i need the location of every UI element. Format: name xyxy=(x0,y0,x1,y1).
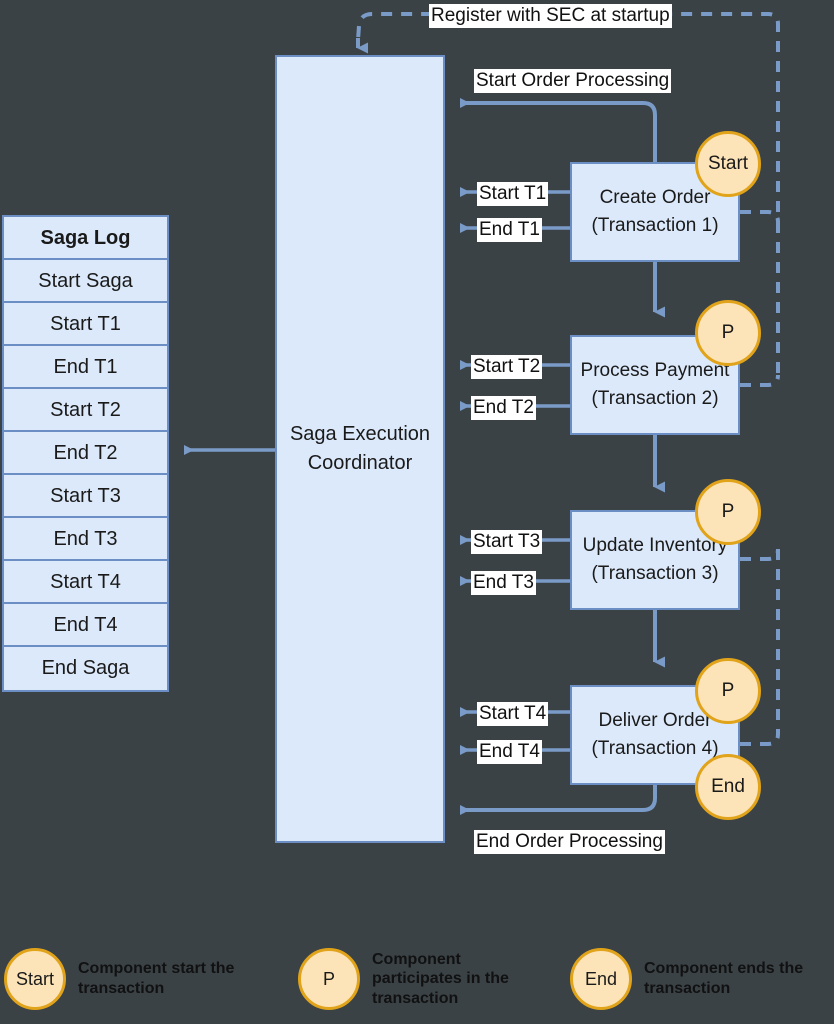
badge-end-transaction-4: End xyxy=(695,754,761,820)
legend: Start Component start the transaction P … xyxy=(0,940,834,1024)
badge-participant-transaction-3: P xyxy=(695,479,761,545)
edge-label-end-order-processing: End Order Processing xyxy=(474,830,665,854)
badge-participant-transaction-4: P xyxy=(695,658,761,724)
saga-log-row: End T2 xyxy=(4,432,167,475)
edge-label-start-t1: Start T1 xyxy=(477,182,549,206)
transaction-subtitle: (Transaction 1) xyxy=(591,215,719,236)
transaction-name: Create Order xyxy=(599,186,711,208)
edge-label-end-t1: End T1 xyxy=(477,218,542,242)
edge-label-end-t3: End T3 xyxy=(471,571,536,595)
edge-label-start-t3: Start T3 xyxy=(471,530,543,554)
saga-log-row: Start T1 xyxy=(4,303,167,346)
saga-log-row: Start T2 xyxy=(4,389,167,432)
legend-label-participant: Component participates in the transactio… xyxy=(372,950,509,1009)
legend-badge-participant-icon: P xyxy=(298,948,360,1010)
legend-label-start-line2: transaction xyxy=(78,980,165,997)
transaction-name: Process Payment xyxy=(580,359,730,381)
legend-label-end-line2: transaction xyxy=(644,980,731,997)
legend-label-participant-line1: Component xyxy=(372,950,461,968)
edge-label-end-t4: End T4 xyxy=(477,740,542,764)
saga-log-row: End T1 xyxy=(4,346,167,389)
saga-log-row: Start T4 xyxy=(4,561,167,604)
legend-label-participant-line3: transaction xyxy=(372,989,459,1007)
legend-item-participant: P Component participates in the transact… xyxy=(298,948,568,1010)
legend-item-start: Start Component start the transaction xyxy=(4,948,274,1010)
badge-start-transaction-1: Start xyxy=(695,131,761,197)
edge-label-start-t2: Start T2 xyxy=(471,355,543,379)
end-order-processing-connector xyxy=(460,785,657,815)
edge-label-register-with-sec: Register with SEC at startup xyxy=(429,4,672,28)
saga-log-row: End T3 xyxy=(4,518,167,561)
coordinator-title-line2: Coordinator xyxy=(307,452,413,474)
legend-label-end-line1: Component ends the xyxy=(644,960,804,978)
edge-label-end-t2: End T2 xyxy=(471,396,536,420)
legend-label-start-line1: Component start the xyxy=(78,960,235,978)
legend-label-participant-line2: participates in the xyxy=(372,970,509,988)
transaction-subtitle: (Transaction 2) xyxy=(591,388,719,409)
legend-label-end: Component ends the transaction xyxy=(644,959,803,998)
transaction-name: Deliver Order xyxy=(598,709,712,731)
log-event-connectors xyxy=(460,187,570,755)
transaction-subtitle: (Transaction 4) xyxy=(591,738,719,759)
start-order-processing-connector xyxy=(460,98,657,162)
legend-item-end: End Component ends the transaction xyxy=(570,948,834,1010)
saga-log-table: Saga Log Start Saga Start T1 End T1 Star… xyxy=(2,215,169,692)
transaction-subtitle: (Transaction 3) xyxy=(591,563,719,584)
diagram-canvas: Saga Log Start Saga Start T1 End T1 Star… xyxy=(0,0,834,1024)
legend-label-start: Component start the transaction xyxy=(78,959,234,998)
saga-log-row: Start Saga xyxy=(4,260,167,303)
badge-participant-transaction-2: P xyxy=(695,300,761,366)
legend-badge-start-icon: Start xyxy=(4,948,66,1010)
edge-label-start-t4: Start T4 xyxy=(477,702,549,726)
saga-execution-coordinator-node: Saga Execution Coordinator xyxy=(275,55,445,843)
saga-log-row: End T4 xyxy=(4,604,167,647)
saga-log-header: Saga Log xyxy=(4,217,167,260)
saga-log-row: Start T3 xyxy=(4,475,167,518)
legend-badge-end-icon: End xyxy=(570,948,632,1010)
coordinator-title-line1: Saga Execution xyxy=(289,423,431,445)
saga-log-row: End Saga xyxy=(4,647,167,690)
edge-label-start-order-processing: Start Order Processing xyxy=(474,69,672,93)
